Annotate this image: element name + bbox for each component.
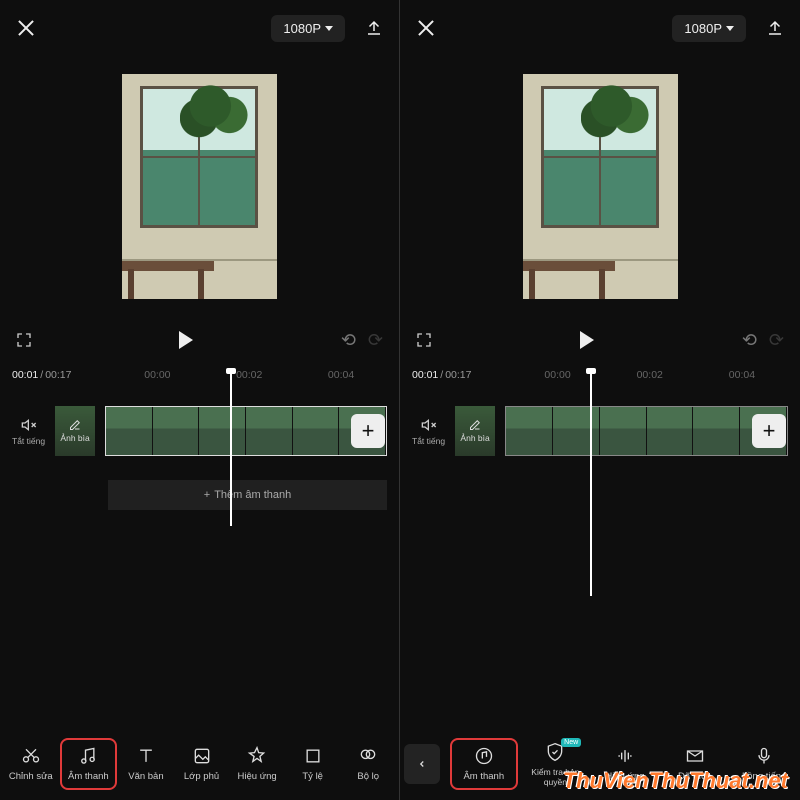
top-right-group: 1080P [672,15,784,42]
redo-icon[interactable]: ⟳ [769,330,784,351]
fullscreen-icon[interactable] [416,332,432,348]
fullscreen-icon[interactable] [16,332,32,348]
tool-effects[interactable]: Hiệu ứng [230,740,284,788]
ruler-ticks: 00:0000:0200:04 [511,369,788,381]
editor-screen-audio: 1080P ⟲ ⟳ [400,0,800,800]
cover-label: Ảnh bìa [460,433,489,443]
tool-audio-effects[interactable]: Hiệu ứng [593,740,657,788]
back-button[interactable] [404,744,440,784]
editor-screen-main: 1080P ⟲ ⟳ [0,0,400,800]
top-bar: 1080P [0,0,399,56]
undo-redo-group: ⟲ ⟳ [341,330,383,351]
video-clip[interactable] [505,406,788,456]
timeline-track[interactable]: Tắt tiếng Ảnh bìa + [0,386,399,476]
current-time: 00:01 [12,369,38,381]
audio-toolbar: Âm thanh New Kiểm tra bản quyền Hiệu ứng… [400,728,800,800]
preview-area [0,56,399,316]
close-icon[interactable] [16,18,36,38]
cover-thumbnail[interactable]: Ảnh bìa [455,406,495,456]
mute-label: Tắt tiếng [12,436,45,446]
undo-icon[interactable]: ⟲ [742,330,757,351]
resolution-label: 1080P [684,21,722,36]
cover-thumbnail[interactable]: Ảnh bìa [55,406,95,456]
add-audio-track[interactable]: + Thêm âm thanh [108,480,387,510]
tool-text[interactable]: Văn bản [119,740,173,788]
timeline-track[interactable]: Tắt tiếng Ảnh bìa + [400,386,800,476]
top-bar: 1080P [400,0,800,56]
cover-label: Ảnh bìa [60,433,89,443]
current-time: 00:01 [412,369,438,381]
new-badge: New [561,738,581,747]
tool-filter[interactable]: Bộ lọ [341,740,395,788]
resolution-label: 1080P [283,21,321,36]
playback-controls: ⟲ ⟳ [0,316,399,364]
playhead[interactable] [590,371,592,596]
tool-extracted[interactable]: Đã trích [663,740,727,788]
close-icon[interactable] [416,18,436,38]
export-icon[interactable] [766,19,784,37]
time-ruler[interactable]: 00:01 / 00:17 00:0000:0200:04 [0,364,399,386]
undo-icon[interactable]: ⟲ [341,330,356,351]
resolution-dropdown[interactable]: 1080P [672,15,746,42]
tool-audio[interactable]: Âm thanh [60,738,118,790]
play-icon[interactable] [179,331,193,349]
main-toolbar: Chỉnh sửa Âm thanh Văn bản Lớp phủ Hiệu … [0,728,399,800]
video-preview[interactable] [122,74,277,299]
tool-overlay[interactable]: Lớp phủ [175,740,229,788]
chevron-down-icon [325,26,333,31]
top-right-group: 1080P [271,15,383,42]
preview-area [400,56,800,316]
tool-edit[interactable]: Chỉnh sửa [4,740,58,788]
undo-redo-group: ⟲ ⟳ [742,330,784,351]
playback-controls: ⟲ ⟳ [400,316,800,364]
mute-button[interactable]: Tắt tiếng [412,417,445,446]
add-audio-label: Thêm âm thanh [214,489,291,501]
playhead[interactable] [230,371,232,526]
total-time: 00:17 [445,369,471,381]
tool-ratio[interactable]: Tỷ lệ [286,740,340,788]
play-icon[interactable] [580,331,594,349]
mute-label: Tắt tiếng [412,436,445,446]
total-time: 00:17 [45,369,71,381]
resolution-dropdown[interactable]: 1080P [271,15,345,42]
plus-icon: + [204,489,210,501]
tool-copyright-check[interactable]: New Kiểm tra bản quyền [524,736,588,793]
export-icon[interactable] [365,19,383,37]
tool-audio-sounds[interactable]: Âm thanh [450,738,518,790]
redo-icon[interactable]: ⟳ [368,330,383,351]
add-clip-button[interactable]: + [752,414,786,448]
time-ruler[interactable]: 00:01 / 00:17 00:0000:0200:04 [400,364,800,386]
tool-voiceover[interactable]: Lồng tiếng [732,740,796,788]
video-preview[interactable] [523,74,678,299]
add-clip-button[interactable]: + [351,414,385,448]
chevron-down-icon [726,26,734,31]
video-clip[interactable] [105,406,387,456]
mute-button[interactable]: Tắt tiếng [12,417,45,446]
ruler-ticks: 00:0000:0200:04 [111,369,387,381]
